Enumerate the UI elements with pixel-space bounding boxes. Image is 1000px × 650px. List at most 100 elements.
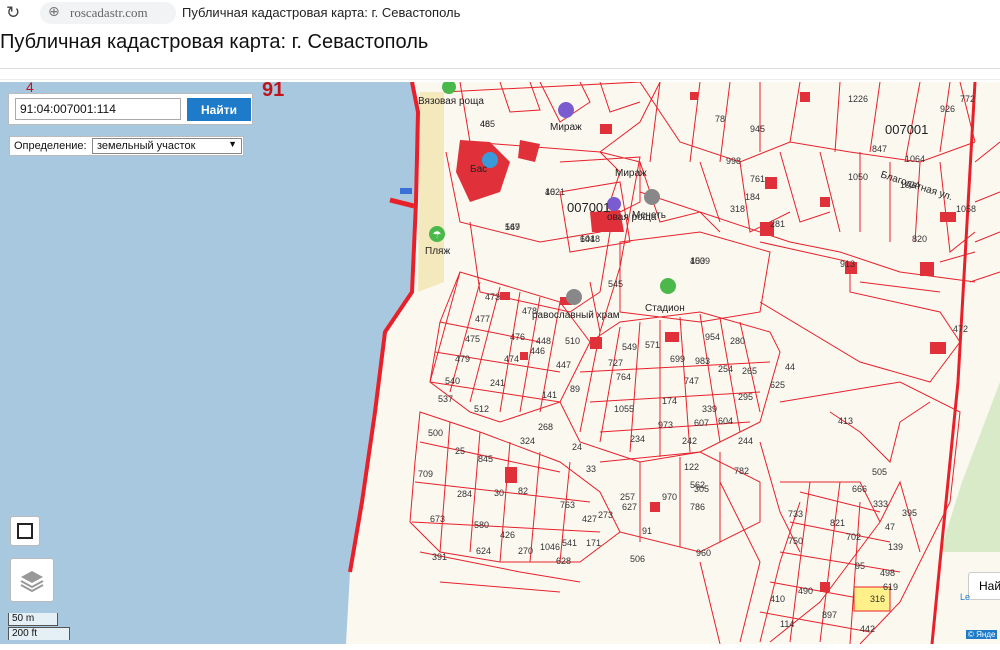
parcel-number-label: 44 bbox=[785, 362, 795, 372]
parcel-number-label: 1050 bbox=[848, 172, 868, 182]
parcel-number-label: 391 bbox=[432, 552, 447, 562]
parcel-number-label: 410 bbox=[770, 594, 785, 604]
reload-icon[interactable]: ↻ bbox=[6, 3, 20, 23]
parcel-number-label: 257 bbox=[620, 492, 635, 502]
tab-title: Публичная кадастровая карта: г. Севастоп… bbox=[182, 5, 461, 20]
parcel-number-label: 242 bbox=[682, 436, 697, 446]
parcel-number-label: 184 bbox=[745, 192, 760, 202]
parcel-number-label: 761 bbox=[750, 174, 765, 184]
parcel-number-label: 333 bbox=[873, 499, 888, 509]
parcel-number-label: 265 bbox=[742, 366, 757, 376]
parcel-number-label: 998 bbox=[726, 156, 741, 166]
beach-area bbox=[418, 92, 444, 292]
parcel-number-label: 476 bbox=[510, 332, 525, 342]
parcel-number-label: 954 bbox=[705, 332, 720, 342]
parcel-number-label: 607 bbox=[694, 418, 709, 428]
parcel-number-label: 139 bbox=[888, 542, 903, 552]
parcel-number-label: 477 bbox=[475, 314, 490, 324]
parcel-number-label: 254 bbox=[718, 364, 733, 374]
parcel-number-label: 510 bbox=[565, 336, 580, 346]
definition-select[interactable]: земельный участок ▼ bbox=[92, 138, 242, 154]
parcel-number-label: 627 bbox=[622, 502, 637, 512]
parcel-number-label: 316 bbox=[870, 594, 885, 604]
fullscreen-button[interactable] bbox=[10, 516, 40, 546]
parcel-number-label: 490 bbox=[798, 586, 813, 596]
parcel-number-label: 624 bbox=[476, 546, 491, 556]
parcel-number-label: 33 bbox=[586, 464, 596, 474]
parcel-number-label: 479 bbox=[455, 354, 470, 364]
parcel-number-label: 78 bbox=[715, 114, 725, 124]
parcel-number-label: 897 bbox=[822, 610, 837, 620]
cadastral-number-input[interactable] bbox=[15, 98, 181, 120]
parcel-number-label: 324 bbox=[520, 436, 535, 446]
parcel-number-label: 475 bbox=[465, 334, 480, 344]
parcel-number-label: 545 bbox=[608, 279, 623, 289]
stadium-label: Стадион bbox=[645, 303, 685, 314]
find-button[interactable]: Найти bbox=[187, 98, 251, 121]
parcel-number-label: 114 bbox=[780, 619, 794, 629]
block-label-91: 91 bbox=[262, 82, 284, 101]
parcel-number-label: 24 bbox=[572, 442, 582, 452]
parcel-number-label: 973 bbox=[658, 420, 673, 430]
parcel-number-label: 1034 bbox=[900, 180, 920, 190]
parcel-number-label: 447 bbox=[556, 360, 571, 370]
parcel-number-label: 540 bbox=[445, 376, 460, 386]
mirage-icon[interactable] bbox=[558, 102, 574, 118]
cadastral-map[interactable]: ☂ Пляж Вязовая роща Мираж Бас Мираж Мече… bbox=[0, 82, 1000, 644]
definition-label: Определение: bbox=[14, 140, 87, 152]
parcel-number-label: 506 bbox=[630, 554, 645, 564]
parcel-number-label: 95 bbox=[855, 561, 865, 571]
leaflet-attribution[interactable]: Le bbox=[960, 592, 970, 602]
stadium-icon[interactable] bbox=[660, 278, 676, 294]
parcel-number-label: 446 bbox=[530, 346, 545, 356]
url-text[interactable]: roscadastr.com bbox=[70, 5, 148, 21]
parcel-number-label: 141 bbox=[542, 390, 557, 400]
parcel-number-label: 580 bbox=[474, 520, 489, 530]
parcel-number-label: 628 bbox=[556, 556, 571, 566]
parcel-number-label: 709 bbox=[418, 469, 433, 479]
definition-value: земельный участок bbox=[97, 140, 196, 152]
parcel-number-label: 1055 bbox=[614, 404, 634, 414]
parcel-number-label: 571 bbox=[645, 340, 660, 350]
parcel-number-label: 318 bbox=[730, 204, 745, 214]
parcel-number-label: 625 bbox=[770, 380, 785, 390]
parcel-number-label: 427 bbox=[582, 514, 597, 524]
layers-button[interactable] bbox=[10, 558, 54, 602]
parcel-number-label: 295 bbox=[738, 392, 753, 402]
mosque-icon[interactable] bbox=[644, 189, 660, 205]
parcel-number-label: 1046 bbox=[540, 542, 560, 552]
block-label-007001: 007001 bbox=[885, 122, 928, 137]
scale-metric: 50 m bbox=[8, 613, 58, 626]
parcel-number-label: 673 bbox=[430, 514, 445, 524]
parcel-number-label: 241 bbox=[490, 378, 505, 388]
globe-icon: ⊕ bbox=[48, 4, 60, 20]
beach-icon[interactable]: ☂ bbox=[429, 226, 445, 242]
parcel-number-label: 913 bbox=[840, 259, 855, 269]
parcel-number-label: 764 bbox=[616, 372, 631, 382]
map-canvas[interactable]: ☂ Пляж Вязовая роща Мираж Бас Мираж Мече… bbox=[0, 82, 1000, 644]
church-icon[interactable] bbox=[566, 289, 582, 305]
parcel-number-label: 268 bbox=[538, 422, 553, 432]
parcel-number-label: 786 bbox=[690, 502, 705, 512]
find-button-right[interactable]: Най bbox=[968, 572, 1000, 600]
parcel-number-label: 478 bbox=[522, 306, 537, 316]
parcel-number-label: 970 bbox=[662, 492, 677, 502]
sea-area bbox=[0, 82, 418, 644]
parcel-number-label: 89 bbox=[570, 384, 580, 394]
parcel-number-label: 1226 bbox=[848, 94, 868, 104]
parcel-number-label: 782 bbox=[734, 466, 749, 476]
parcel-number-label: 442 bbox=[860, 624, 875, 634]
parcel-number-label: 48 bbox=[480, 119, 490, 129]
parcel-number-label: 273 bbox=[598, 510, 613, 520]
parcel-number-label: 30 bbox=[494, 488, 504, 498]
scale-imperial: 200 ft bbox=[8, 627, 70, 640]
parcel-number-label: 169 bbox=[505, 222, 520, 232]
parcel-number-label: 305 bbox=[694, 484, 709, 494]
mirage-label: Мираж bbox=[550, 122, 582, 133]
parcel-number-label: 960 bbox=[696, 548, 711, 558]
parcel-number-label: 1058 bbox=[956, 204, 976, 214]
parcel-number-label: 473 bbox=[485, 292, 500, 302]
parcel-number-label: 644 bbox=[580, 234, 595, 244]
yandex-attribution[interactable]: © Янде bbox=[966, 630, 998, 639]
parcel-number-label: 1039 bbox=[690, 256, 710, 266]
